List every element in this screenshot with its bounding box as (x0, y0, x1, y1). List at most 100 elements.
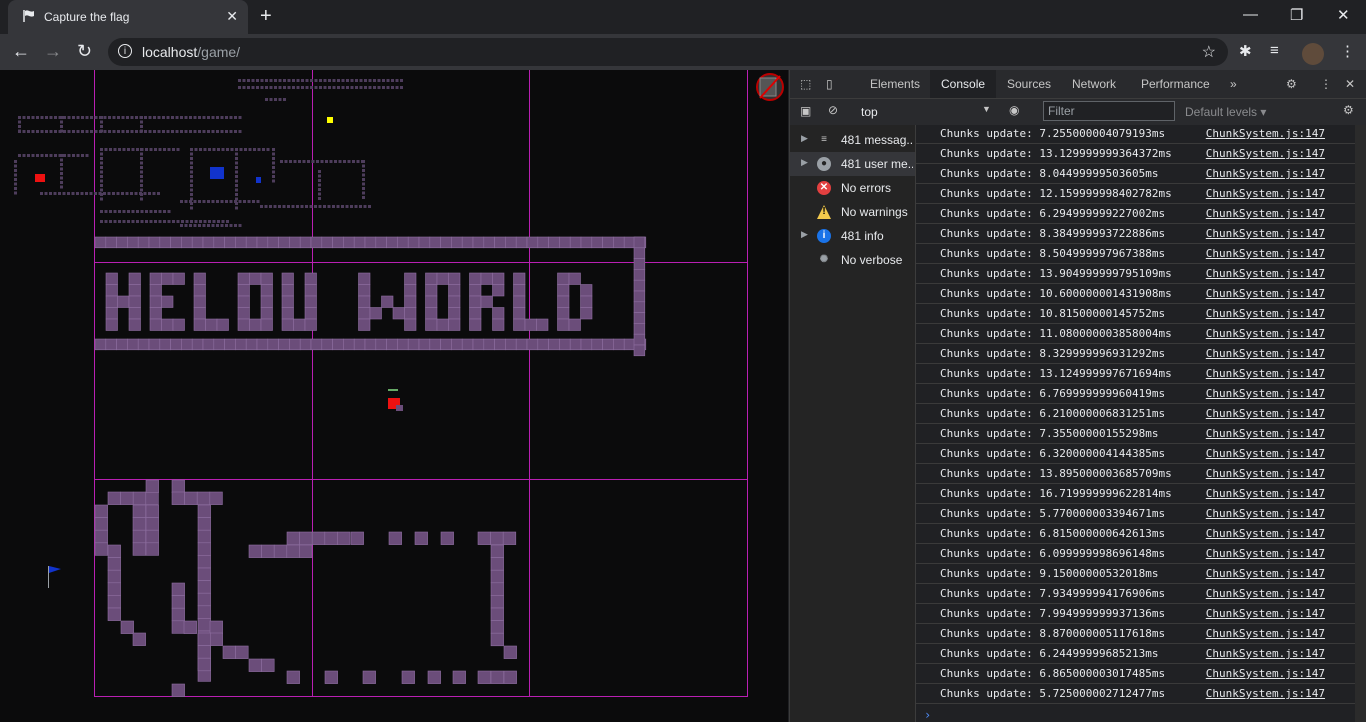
menu-kebab-icon[interactable]: ⋮ (1340, 42, 1355, 60)
log-levels-dropdown[interactable]: Default levels ▾ (1185, 105, 1266, 119)
console-message-row: Chunks update: 8.384999993722886ms ChunkS… (916, 224, 1355, 244)
console-message-text: Chunks update: 6.769999999960419ms (940, 387, 1166, 400)
sidebar-toggle-icon[interactable]: ▣ (800, 104, 811, 118)
close-devtools-icon[interactable]: ✕ (1345, 77, 1355, 91)
source-link[interactable]: ChunkSystem.js:147 (1206, 647, 1325, 660)
context-selector[interactable]: top (861, 105, 878, 119)
console-message-text: Chunks update: 6.865000003017485ms (940, 667, 1166, 680)
console-message-text: Chunks update: 16.719999999622814ms (940, 487, 1172, 500)
browser-tab[interactable]: Capture the flag ✕ (8, 0, 248, 34)
more-tabs-button[interactable]: » (1230, 77, 1237, 91)
site-info-icon[interactable]: i (118, 44, 132, 58)
console-message-text: Chunks update: 8.870000005117618ms (940, 627, 1166, 640)
console-scrollbar[interactable] (1355, 125, 1366, 722)
expand-arrow-icon[interactable]: ▶ (801, 133, 808, 144)
expand-arrow-icon[interactable]: ▶ (801, 229, 808, 240)
game-world[interactable] (0, 70, 788, 722)
sidebar-item-warning[interactable]: ! No warnings (790, 200, 915, 224)
console-prompt[interactable]: › (924, 708, 931, 722)
console-message-text: Chunks update: 7.934999994176906ms (940, 587, 1166, 600)
sidebar-item-list[interactable]: ▶ ≡ 481 messag... (790, 128, 915, 152)
device-toolbar-icon[interactable]: ▯ (826, 77, 833, 91)
source-link[interactable]: ChunkSystem.js:147 (1206, 267, 1325, 280)
console-message-row: Chunks update: 13.904999999795109ms Chunk… (916, 264, 1355, 284)
source-link[interactable]: ChunkSystem.js:147 (1206, 307, 1325, 320)
expand-arrow-icon[interactable]: ▶ (801, 157, 808, 168)
devtools-tab-bar: ⬚ ▯ Elements Console Sources Network Per… (790, 70, 1366, 99)
sidebar-item-user[interactable]: ▶ ● 481 user me... (790, 152, 915, 176)
console-sidebar: ▶ ≡ 481 messag... ▶ ● 481 user me... ✕ No error… (790, 125, 916, 722)
sidebar-item-error[interactable]: ✕ No errors (790, 176, 915, 200)
source-link[interactable]: ChunkSystem.js:147 (1206, 627, 1325, 640)
clear-console-icon[interactable]: ⊘ (828, 103, 838, 117)
source-link[interactable]: ChunkSystem.js:147 (1206, 507, 1325, 520)
minimize-button[interactable]: — (1243, 6, 1258, 23)
source-link[interactable]: ChunkSystem.js:147 (1206, 467, 1325, 480)
source-link[interactable]: ChunkSystem.js:147 (1206, 167, 1325, 180)
tab-network[interactable]: Network (1072, 77, 1116, 91)
source-link[interactable]: ChunkSystem.js:147 (1206, 347, 1325, 360)
source-link[interactable]: ChunkSystem.js:147 (1206, 547, 1325, 560)
console-message-row: Chunks update: 6.320000004144385ms ChunkS… (916, 444, 1355, 464)
source-link[interactable]: ChunkSystem.js:147 (1206, 587, 1325, 600)
no-entry-map-icon[interactable] (756, 73, 784, 101)
console-message-text: Chunks update: 13.124999997671694ms (940, 367, 1172, 380)
source-link[interactable]: ChunkSystem.js:147 (1206, 207, 1325, 220)
console-message-text: Chunks update: 7.35500000155298ms (940, 427, 1159, 440)
close-window-button[interactable]: ✕ (1337, 6, 1350, 24)
inspect-element-icon[interactable]: ⬚ (800, 77, 811, 91)
console-message-text: Chunks update: 6.24499999685213ms (940, 647, 1159, 660)
restore-button[interactable]: ❐ (1290, 6, 1303, 24)
blue-flag (48, 566, 61, 588)
extensions-puzzle-icon[interactable]: ✱ (1239, 42, 1252, 60)
game-canvas[interactable] (0, 70, 788, 722)
live-expression-eye-icon[interactable]: ◉ (1009, 103, 1019, 117)
source-link[interactable]: ChunkSystem.js:147 (1206, 427, 1325, 440)
back-arrow-icon[interactable]: ← (12, 41, 30, 61)
filter-input[interactable]: Filter (1043, 101, 1175, 121)
source-link[interactable]: ChunkSystem.js:147 (1206, 687, 1325, 700)
source-link[interactable]: ChunkSystem.js:147 (1206, 127, 1325, 140)
new-tab-button[interactable]: + (260, 5, 272, 28)
devtools-menu-icon[interactable]: ⋮ (1320, 77, 1332, 91)
source-link[interactable]: ChunkSystem.js:147 (1206, 327, 1325, 340)
source-link[interactable]: ChunkSystem.js:147 (1206, 667, 1325, 680)
reload-icon[interactable]: ↻ (77, 41, 92, 61)
source-link[interactable]: ChunkSystem.js:147 (1206, 607, 1325, 620)
sidebar-item-info[interactable]: ▶ i 481 info (790, 224, 915, 248)
sidebar-item-bug[interactable]: ✺ No verbose (790, 248, 915, 272)
source-link[interactable]: ChunkSystem.js:147 (1206, 527, 1325, 540)
profile-avatar[interactable] (1302, 43, 1324, 65)
source-link[interactable]: ChunkSystem.js:147 (1206, 567, 1325, 580)
source-link[interactable]: ChunkSystem.js:147 (1206, 187, 1325, 200)
source-link[interactable]: ChunkSystem.js:147 (1206, 407, 1325, 420)
tab-elements[interactable]: Elements (870, 77, 920, 91)
console-message-row: Chunks update: 6.865000003017485ms ChunkS… (916, 664, 1355, 684)
tab-console[interactable]: Console (930, 70, 997, 98)
list-icon: ≡ (821, 134, 827, 145)
source-link[interactable]: ChunkSystem.js:147 (1206, 387, 1325, 400)
tab-sources[interactable]: Sources (1007, 77, 1051, 91)
console-message-text: Chunks update: 9.15000000532018ms (940, 567, 1159, 580)
source-link[interactable]: ChunkSystem.js:147 (1206, 227, 1325, 240)
source-link[interactable]: ChunkSystem.js:147 (1206, 367, 1325, 380)
bookmark-star-icon[interactable]: ☆ (1202, 42, 1216, 62)
source-link[interactable]: ChunkSystem.js:147 (1206, 447, 1325, 460)
url-text[interactable]: localhost/game/ (142, 44, 240, 60)
console-message-row: Chunks update: 7.255000004079193ms ChunkS… (916, 125, 1355, 144)
source-link[interactable]: ChunkSystem.js:147 (1206, 247, 1325, 260)
user-icon: ● (817, 157, 831, 171)
blue-player-far (210, 167, 224, 179)
source-link[interactable]: ChunkSystem.js:147 (1206, 287, 1325, 300)
forward-arrow-icon[interactable]: → (44, 41, 62, 61)
media-queue-icon[interactable]: ≡ (1270, 42, 1279, 59)
console-toolbar: ▣ ⊘ top ▼ ◉ Filter Default levels ▾ ⚙ (790, 99, 1366, 126)
console-settings-gear-icon[interactable]: ⚙ (1343, 103, 1354, 117)
settings-gear-icon[interactable]: ⚙ (1286, 77, 1297, 91)
context-dropdown-icon[interactable]: ▼ (982, 104, 991, 114)
tab-performance[interactable]: Performance (1141, 77, 1210, 91)
address-bar[interactable]: i localhost/game/ ☆ (108, 38, 1228, 66)
source-link[interactable]: ChunkSystem.js:147 (1206, 147, 1325, 160)
source-link[interactable]: ChunkSystem.js:147 (1206, 487, 1325, 500)
close-tab-icon[interactable]: ✕ (226, 8, 238, 25)
